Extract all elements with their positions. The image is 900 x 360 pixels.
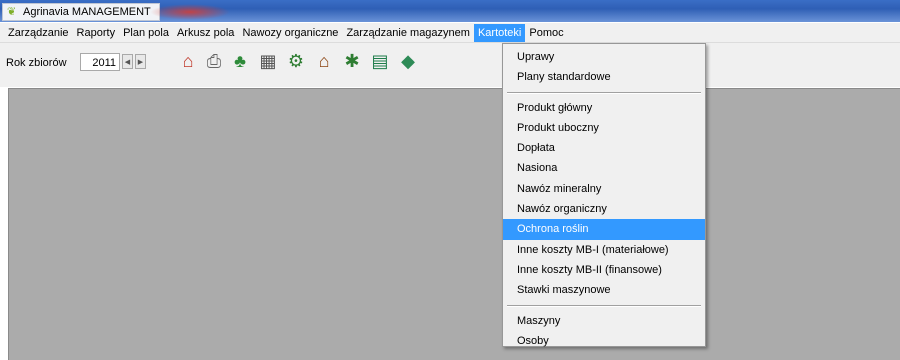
menu-bar: Zarządzanie Raporty Plan pola Arkusz pol… (0, 23, 900, 43)
warehouse-icon[interactable]: ▤ (368, 49, 392, 73)
year-decrement-button[interactable]: ◀ (122, 54, 133, 69)
menu-item-maszyny[interactable]: Maszyny (503, 311, 705, 331)
menu-item-osoby[interactable]: Osoby (503, 331, 705, 351)
menu-zarzadzanie-magazynem[interactable]: Zarządzanie magazynem (342, 24, 474, 42)
menu-kartoteki[interactable]: Kartoteki (473, 23, 526, 42)
toolbar: Rok zbiorów 2011 ◀ ▶ ⌂ ⎙ ♣ ▦ ⚙ ⌂ ✱ ▤ ◆ (0, 43, 900, 87)
menu-raporty[interactable]: Raporty (73, 24, 120, 42)
kartoteki-dropdown-menu: Uprawy Plany standardowe Produkt główny … (502, 43, 706, 347)
menu-separator (507, 91, 701, 94)
titlebar-glow (150, 4, 230, 20)
field-grid-icon[interactable]: ▦ (256, 49, 280, 73)
menu-item-ochrona-roslin[interactable]: Ochrona roślin (503, 219, 705, 240)
harvest-year-input[interactable]: 2011 (80, 53, 120, 71)
menu-item-produkt-uboczny[interactable]: Produkt uboczny (503, 118, 705, 138)
title-bar: ❦ Agrinavia MANAGEMENT (0, 0, 900, 22)
menu-arkusz-pola[interactable]: Arkusz pola (173, 24, 238, 42)
menu-item-plany-standardowe[interactable]: Plany standardowe (503, 67, 705, 87)
window-title-box: ❦ Agrinavia MANAGEMENT (2, 3, 160, 21)
menu-item-uprawy[interactable]: Uprawy (503, 47, 705, 67)
window-title: Agrinavia MANAGEMENT (23, 6, 151, 18)
harvest-year-label: Rok zbiorów (6, 57, 67, 69)
menu-item-doplata[interactable]: Dopłata (503, 138, 705, 158)
menu-item-nawoz-mineralny[interactable]: Nawóz mineralny (503, 179, 705, 199)
menu-nawozy-organiczne[interactable]: Nawozy organiczne (238, 24, 342, 42)
crop-icon[interactable]: ♣ (228, 49, 252, 73)
menu-plan-pola[interactable]: Plan pola (119, 24, 173, 42)
menu-item-produkt-glowny[interactable]: Produkt główny (503, 98, 705, 118)
menu-item-nasiona[interactable]: Nasiona (503, 158, 705, 178)
barn-icon[interactable]: ⌂ (312, 49, 336, 73)
printer-icon[interactable]: ⎙ (202, 49, 226, 73)
menu-item-nawoz-organiczny[interactable]: Nawóz organiczny (503, 199, 705, 219)
year-increment-button[interactable]: ▶ (135, 54, 146, 69)
farm-icon[interactable]: ⌂ (176, 49, 200, 73)
menu-item-stawki-maszynowe[interactable]: Stawki maszynowe (503, 280, 705, 300)
menu-pomoc[interactable]: Pomoc (525, 24, 567, 42)
menu-item-inne-koszty-mb1[interactable]: Inne koszty MB-I (materiałowe) (503, 240, 705, 260)
sprayer-icon[interactable]: ✱ (340, 49, 364, 73)
menu-item-inne-koszty-mb2[interactable]: Inne koszty MB-II (finansowe) (503, 260, 705, 280)
tractor-icon[interactable]: ⚙ (284, 49, 308, 73)
menu-zarzadzanie[interactable]: Zarządzanie (4, 24, 73, 42)
machine-icon[interactable]: ◆ (396, 49, 420, 73)
mdi-workspace (8, 88, 900, 360)
menu-separator (507, 304, 701, 307)
leaf-icon: ❦ (7, 5, 17, 18)
